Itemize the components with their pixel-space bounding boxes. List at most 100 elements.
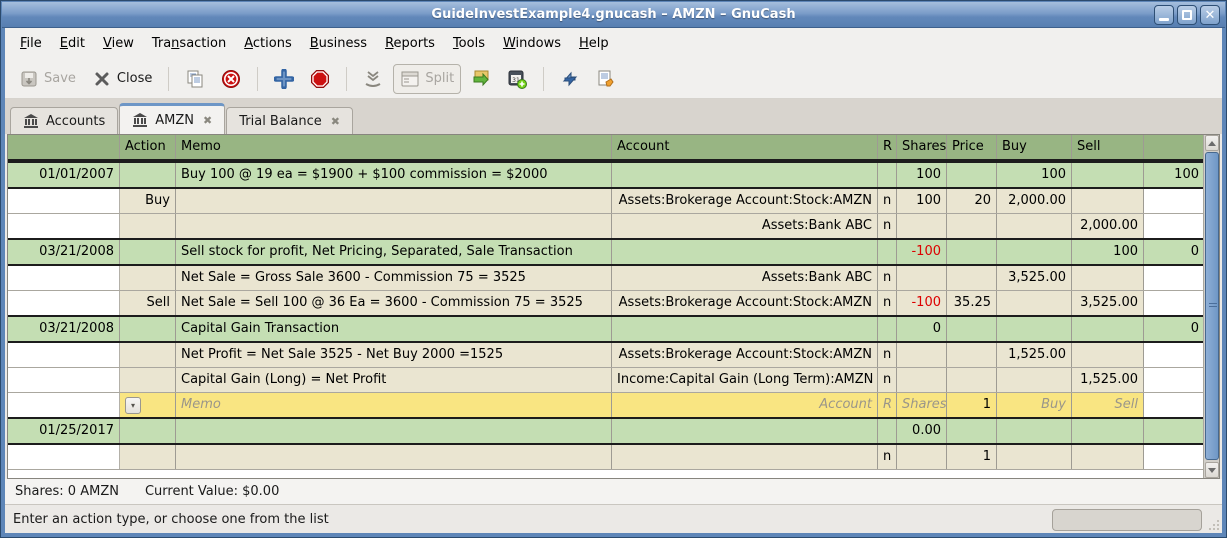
edit-exchange-rate-button[interactable] [590, 65, 622, 93]
buy-cell[interactable] [997, 317, 1072, 341]
shares-cell[interactable]: 0 [897, 317, 947, 341]
action-cell[interactable] [120, 368, 176, 392]
balance-cell[interactable] [1144, 343, 1205, 367]
date-cell[interactable] [8, 445, 120, 469]
date-cell[interactable] [8, 266, 120, 290]
account-cell[interactable]: Assets:Bank ABC [612, 214, 878, 238]
action-cell[interactable] [120, 266, 176, 290]
menu-help[interactable]: Help [570, 31, 618, 56]
shares-cell[interactable] [897, 266, 947, 290]
balance-cell[interactable] [1144, 291, 1205, 315]
buy-cell[interactable]: Buy [997, 393, 1072, 417]
buy-cell[interactable] [997, 445, 1072, 469]
tab-close-icon[interactable]: ✖ [203, 115, 212, 126]
sell-cell[interactable] [1072, 445, 1144, 469]
maximize-button[interactable] [1177, 5, 1197, 25]
scroll-up-button[interactable] [1205, 135, 1219, 151]
account-cell[interactable]: Account [612, 393, 878, 417]
date-cell[interactable] [8, 214, 120, 238]
price-cell[interactable]: 1 [947, 445, 997, 469]
r-cell[interactable] [878, 240, 897, 264]
account-cell[interactable]: Assets:Brokerage Account:Stock:AMZN [612, 291, 878, 315]
scrollbar-thumb[interactable] [1205, 152, 1219, 460]
menu-actions[interactable]: Actions [235, 31, 301, 56]
account-cell[interactable] [612, 163, 878, 187]
sell-cell[interactable] [1072, 266, 1144, 290]
tab-trial-balance[interactable]: Trial Balance ✖ [226, 107, 353, 134]
menu-business[interactable]: Business [301, 31, 376, 56]
buy-cell[interactable]: 2,000.00 [997, 189, 1072, 213]
menu-reports[interactable]: Reports [376, 31, 444, 56]
memo-cell[interactable]: Net Sale = Gross Sale 3600 - Commission … [176, 266, 612, 290]
r-cell[interactable] [878, 317, 897, 341]
account-cell[interactable]: Income:Capital Gain (Long Term):AMZN [612, 368, 878, 392]
account-cell[interactable] [612, 317, 878, 341]
account-cell[interactable]: Assets:Brokerage Account:Stock:AMZN [612, 189, 878, 213]
price-cell[interactable] [947, 240, 997, 264]
date-cell[interactable]: 01/25/2017 [8, 419, 120, 443]
account-cell[interactable] [612, 240, 878, 264]
shares-cell[interactable]: -100 [897, 291, 947, 315]
action-cell[interactable]: ▾ [120, 393, 176, 417]
save-button[interactable]: Save [13, 65, 82, 93]
tab-accounts[interactable]: Accounts [10, 107, 118, 134]
balance-cell[interactable] [1144, 189, 1205, 213]
close-button[interactable]: Close [86, 65, 158, 93]
minimize-button[interactable] [1154, 5, 1174, 25]
menu-edit[interactable]: Edit [51, 31, 94, 56]
action-cell[interactable]: Sell [120, 291, 176, 315]
balance-cell[interactable] [1144, 368, 1205, 392]
price-cell[interactable] [947, 214, 997, 238]
shares-cell[interactable] [897, 214, 947, 238]
menu-view[interactable]: View [94, 31, 143, 56]
date-cell[interactable] [8, 291, 120, 315]
memo-cell[interactable]: Capital Gain Transaction [176, 317, 612, 341]
memo-cell[interactable]: Buy 100 @ 19 ea = $1900 + $100 commissio… [176, 163, 612, 187]
action-cell[interactable] [120, 419, 176, 443]
menu-transaction[interactable]: Transaction [143, 31, 235, 56]
vertical-scrollbar[interactable] [1203, 135, 1219, 478]
date-cell[interactable] [8, 189, 120, 213]
balance-cell[interactable] [1144, 393, 1205, 417]
shares-cell[interactable]: 100 [897, 189, 947, 213]
enter-button[interactable] [268, 65, 300, 93]
buy-cell[interactable] [997, 368, 1072, 392]
balance-cell[interactable] [1144, 266, 1205, 290]
action-dropdown-button[interactable]: ▾ [125, 397, 141, 414]
action-cell[interactable] [120, 343, 176, 367]
account-cell[interactable] [612, 445, 878, 469]
r-cell[interactable]: n [878, 214, 897, 238]
shares-cell[interactable]: Shares [897, 393, 947, 417]
sell-cell[interactable] [1072, 419, 1144, 443]
sell-cell[interactable]: 100 [1072, 240, 1144, 264]
cancel-button[interactable] [304, 65, 336, 93]
sell-cell[interactable]: Sell [1072, 393, 1144, 417]
balance-cell[interactable] [1144, 214, 1205, 238]
duplicate-button[interactable] [179, 65, 211, 93]
balance-cell[interactable]: 0 [1144, 317, 1205, 341]
date-cell[interactable] [8, 343, 120, 367]
action-cell[interactable] [120, 163, 176, 187]
sell-cell[interactable]: 3,525.00 [1072, 291, 1144, 315]
memo-cell[interactable]: Sell stock for profit, Net Pricing, Sepa… [176, 240, 612, 264]
memo-cell[interactable] [176, 189, 612, 213]
r-cell[interactable] [878, 419, 897, 443]
sell-cell[interactable] [1072, 343, 1144, 367]
menu-windows[interactable]: Windows [494, 31, 570, 56]
scroll-down-button[interactable] [1205, 462, 1219, 478]
r-cell[interactable]: n [878, 445, 897, 469]
price-cell[interactable]: 20 [947, 189, 997, 213]
memo-cell[interactable]: Capital Gain (Long) = Net Profit [176, 368, 612, 392]
price-cell[interactable] [947, 317, 997, 341]
date-cell[interactable]: 03/21/2008 [8, 317, 120, 341]
action-cell[interactable]: Buy [120, 189, 176, 213]
date-cell[interactable] [8, 368, 120, 392]
r-cell[interactable]: n [878, 266, 897, 290]
account-cell[interactable]: Assets:Brokerage Account:Stock:AMZN [612, 343, 878, 367]
buy-cell[interactable]: 3,525.00 [997, 266, 1072, 290]
balance-cell[interactable] [1144, 419, 1205, 443]
r-cell[interactable]: n [878, 189, 897, 213]
sell-cell[interactable]: 1,525.00 [1072, 368, 1144, 392]
shares-cell[interactable]: -100 [897, 240, 947, 264]
memo-cell[interactable] [176, 445, 612, 469]
